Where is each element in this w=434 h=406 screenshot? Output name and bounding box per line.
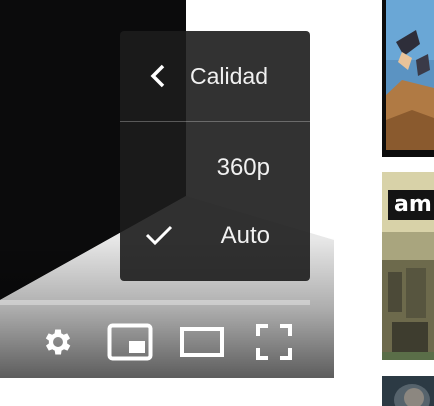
fullscreen-button[interactable] (252, 318, 296, 370)
quality-menu: Calidad 360p Auto (120, 31, 310, 281)
check-icon (144, 223, 174, 247)
menu-divider (120, 121, 310, 122)
fullscreen-icon (256, 323, 292, 365)
gear-icon (41, 325, 75, 364)
quality-option-label: Auto (220, 222, 270, 249)
settings-button[interactable] (36, 318, 80, 370)
brand-badge: am (388, 190, 434, 220)
quality-menu-back-button[interactable]: Calidad (120, 31, 310, 121)
sidebar-thumbnail-2[interactable]: am (382, 172, 434, 360)
sidebar-thumbnail-1[interactable] (382, 0, 434, 157)
video-player[interactable]: Calidad 360p Auto (0, 0, 334, 378)
quality-option-auto[interactable]: Auto (120, 205, 310, 267)
quality-option-360p[interactable]: 360p (120, 137, 310, 199)
miniplayer-button[interactable] (106, 318, 154, 370)
page: Calidad 360p Auto am (0, 0, 434, 406)
quality-option-label: 360p (216, 154, 270, 181)
progress-bar[interactable] (0, 300, 310, 305)
theater-mode-button[interactable] (178, 318, 226, 370)
chevron-left-icon (148, 63, 168, 89)
sidebar-thumbnail-3[interactable] (382, 376, 434, 406)
theater-mode-icon (180, 326, 224, 362)
miniplayer-icon (107, 323, 153, 366)
quality-menu-title: Calidad (190, 63, 268, 89)
